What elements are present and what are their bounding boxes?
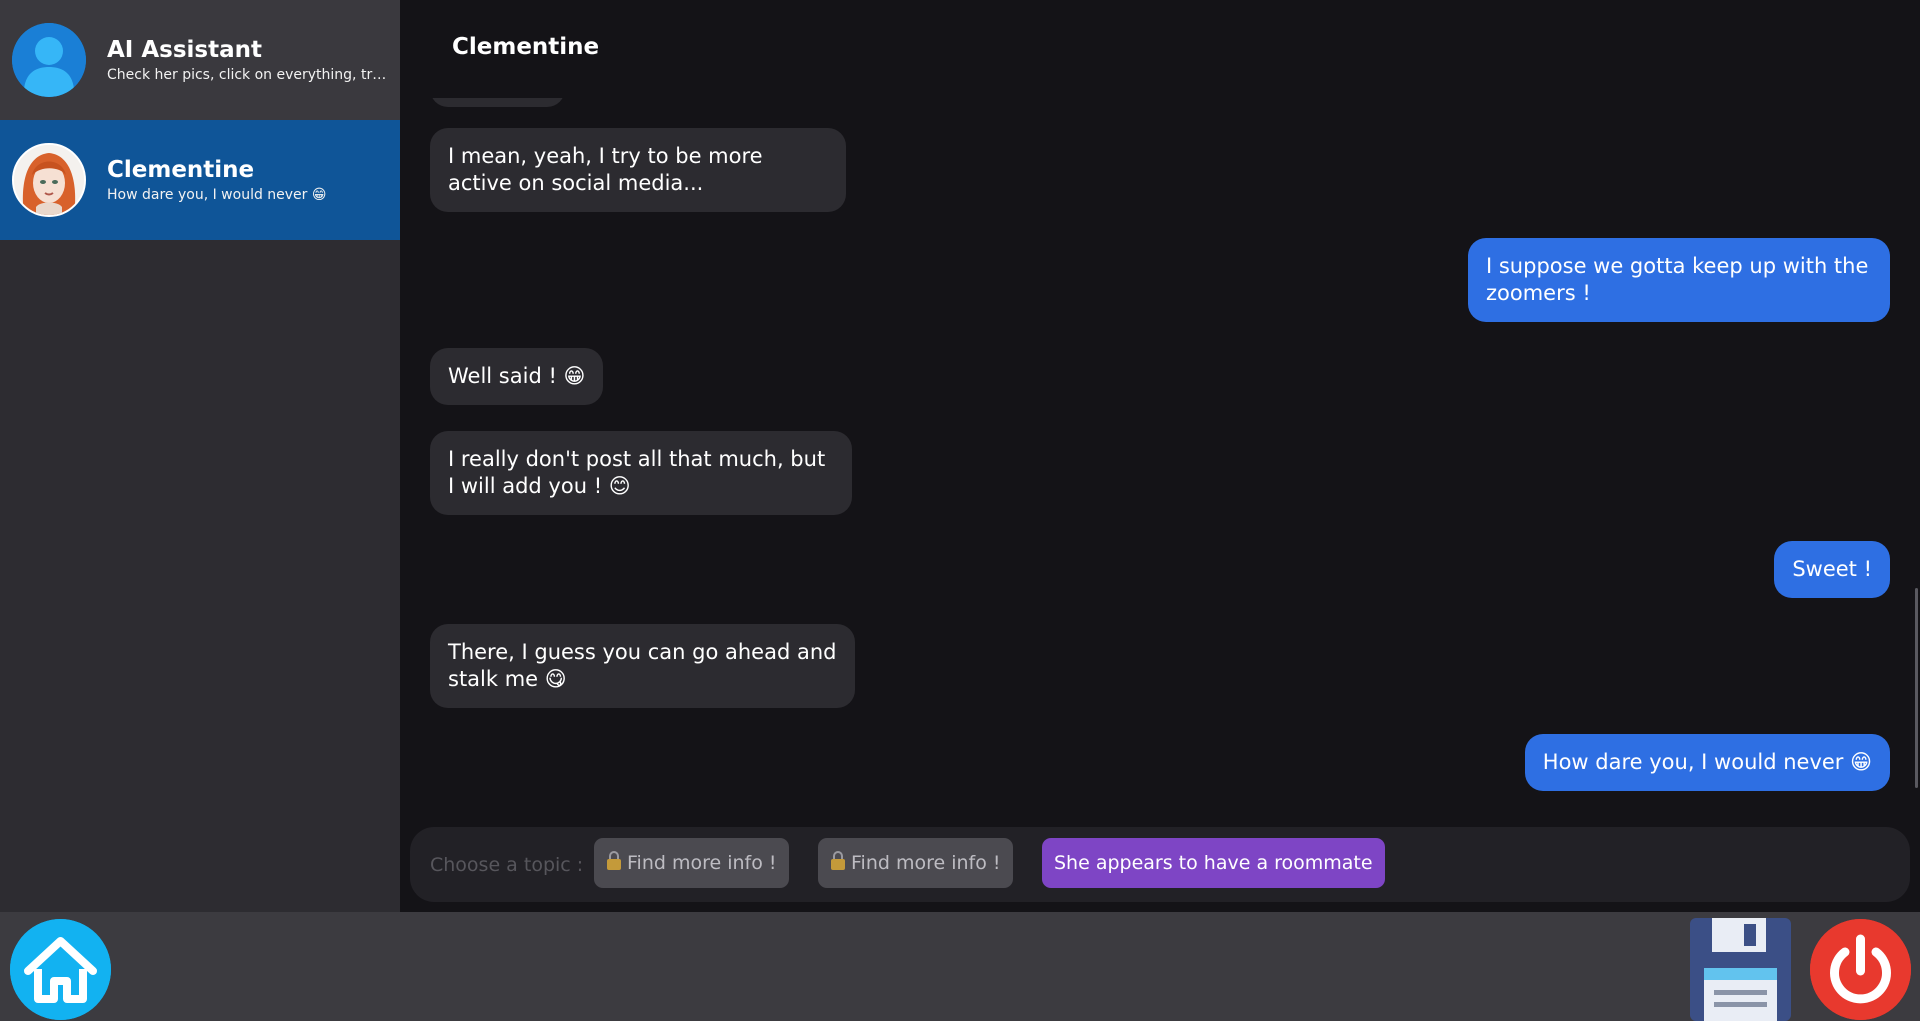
- home-button[interactable]: [10, 919, 111, 1020]
- contact-ai-assistant[interactable]: AI Assistant Check her pics, click on ev…: [0, 0, 400, 120]
- message-sent: How dare you, I would never 😁: [1524, 734, 1890, 791]
- message-received: I really don't post all that much, but I…: [430, 431, 852, 515]
- power-icon: [1810, 919, 1911, 1020]
- message-sent: I suppose we gotta keep up with the zoom…: [1468, 238, 1890, 322]
- topic-bar: Choose a topic : Find more info ! Find m…: [410, 827, 1910, 902]
- message-received: Well said ! 😁: [430, 348, 604, 405]
- topic-button-locked[interactable]: Find more info !: [818, 838, 1013, 888]
- chat-panel: I mean, yeah, I try to be more active on…: [400, 0, 1920, 912]
- contact-sidebar: AI Assistant Check her pics, click on ev…: [0, 0, 400, 912]
- topic-button-locked[interactable]: Find more info !: [594, 838, 789, 888]
- message-received: There, I guess you can go ahead and stal…: [430, 624, 855, 708]
- message-sent: Sweet !: [1774, 541, 1890, 598]
- chat-title: Clementine: [452, 34, 600, 60]
- contact-clementine[interactable]: Clementine How dare you, I would never 😁: [0, 120, 400, 240]
- save-button[interactable]: [1690, 918, 1791, 1021]
- scrollbar[interactable]: [1915, 588, 1918, 788]
- user-icon: [12, 23, 86, 97]
- contact-preview: How dare you, I would never 😁: [107, 187, 327, 203]
- message-received: I mean, yeah, I try to be more active on…: [430, 128, 846, 212]
- topic-label: Choose a topic :: [430, 854, 584, 876]
- topic-button-label: Find more info !: [627, 852, 777, 874]
- contact-preview: Check her pics, click on everything, try…: [107, 67, 392, 83]
- lock-icon: [606, 839, 622, 889]
- topic-button-label: Find more info !: [851, 852, 1001, 874]
- avatar: [12, 143, 86, 217]
- topic-button-roommate[interactable]: She appears to have a roommate: [1042, 838, 1385, 888]
- contact-name: Clementine: [107, 157, 255, 183]
- home-icon: [10, 919, 111, 1020]
- app: AI Assistant Check her pics, click on ev…: [0, 0, 1920, 1021]
- chat-header: Clementine: [400, 0, 1920, 98]
- contact-name: AI Assistant: [107, 37, 263, 63]
- bottom-bar: [0, 912, 1920, 1021]
- lock-icon: [830, 839, 846, 889]
- power-button[interactable]: [1810, 919, 1911, 1020]
- save-icon: [1690, 918, 1791, 1021]
